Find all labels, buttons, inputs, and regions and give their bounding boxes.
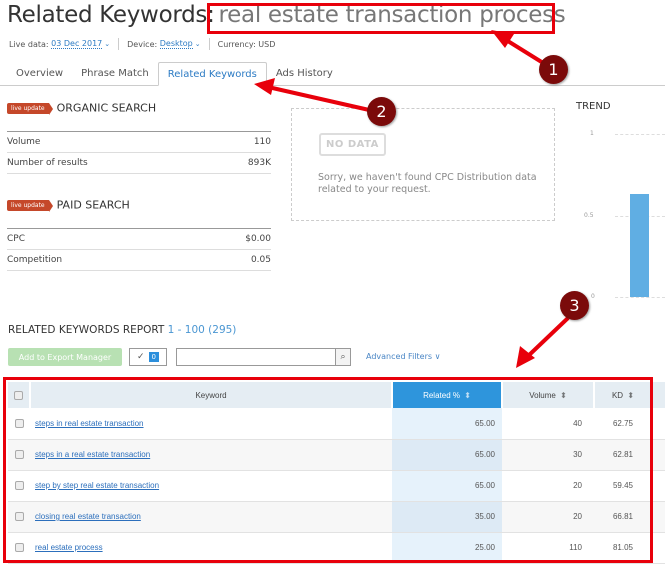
annotation-marker-1: 1: [539, 55, 568, 84]
annotation-arrow-3: [516, 316, 570, 368]
annotation-arrows: [254, 30, 570, 368]
annotation-marker-3: 3: [560, 291, 589, 320]
annotation-arrow-1: [491, 30, 550, 68]
annotation-arrow-2: [254, 78, 379, 114]
annotation-marker-2: 2: [367, 97, 396, 126]
